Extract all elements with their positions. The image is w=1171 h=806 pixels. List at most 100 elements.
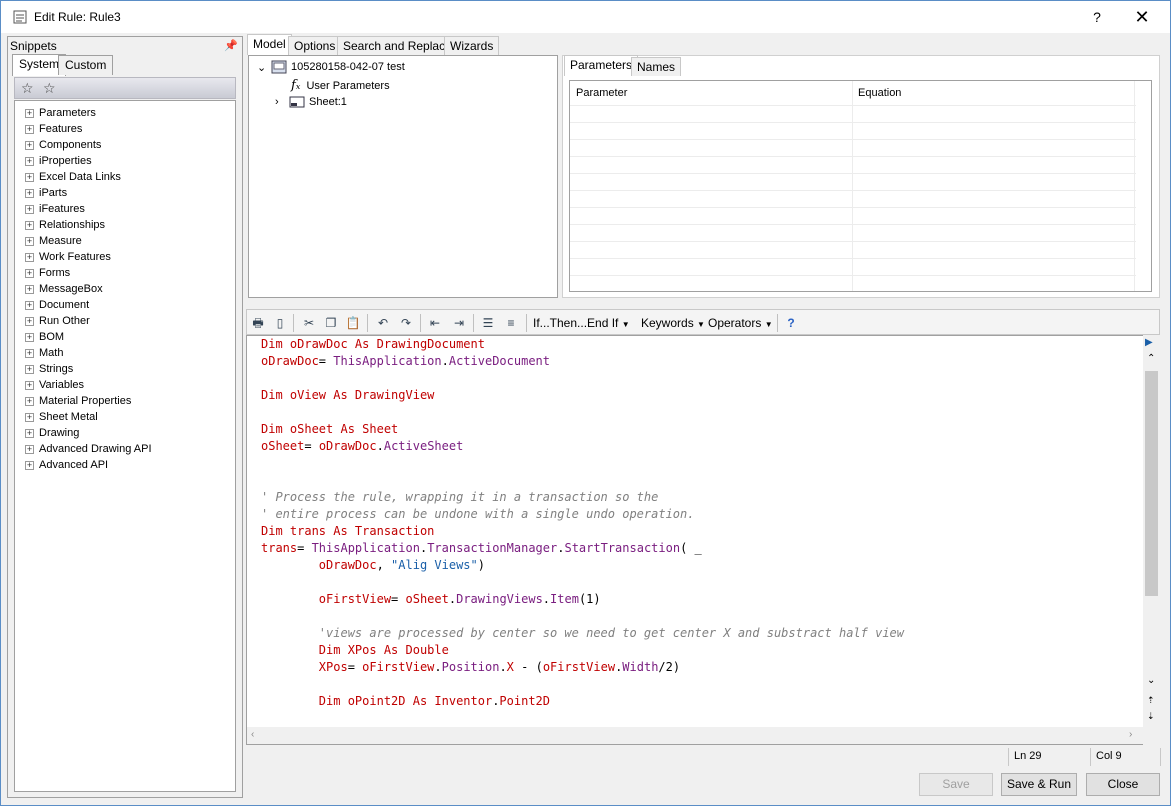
tab-wizards[interactable]: Wizards (444, 36, 500, 55)
expand-plus-icon[interactable]: + (25, 316, 34, 326)
snippet-category[interactable]: + Run Other (25, 313, 90, 329)
code-line[interactable]: trans= ThisApplication.TransactionManage… (261, 540, 904, 557)
code-line[interactable] (261, 574, 904, 591)
uncomment-icon[interactable]: ≡ (503, 315, 519, 331)
expand-plus-icon[interactable]: + (25, 252, 34, 262)
code-line[interactable]: Dim trans As Transaction (261, 523, 904, 540)
snippet-category[interactable]: + Sheet Metal (25, 409, 98, 425)
code-line[interactable]: oDrawDoc= ThisApplication.ActiveDocument (261, 353, 904, 370)
code-line[interactable] (261, 455, 904, 472)
close-button[interactable]: Close (1086, 773, 1160, 796)
model-tree-sheet[interactable]: › Sheet:1 (275, 96, 347, 108)
code-line[interactable]: ' Process the rule, wrapping it in a tra… (261, 489, 904, 506)
code-line[interactable] (261, 404, 904, 421)
column-header-equation[interactable]: Equation (858, 87, 901, 99)
paste-icon[interactable]: 📋 (345, 315, 361, 331)
chevron-down-icon[interactable]: ⌄ (257, 61, 271, 74)
snippet-category[interactable]: + Measure (25, 233, 82, 249)
code-line[interactable] (261, 472, 904, 489)
redo-icon[interactable]: ↷ (398, 315, 414, 331)
tab-model[interactable]: Model (247, 34, 292, 55)
scroll-right-icon[interactable]: › (1129, 729, 1132, 740)
code-line[interactable]: XPos= oFirstView.Position.X - (oFirstVie… (261, 659, 904, 676)
snippet-category[interactable]: + Variables (25, 377, 84, 393)
expand-plus-icon[interactable]: + (25, 412, 34, 422)
code-line[interactable] (261, 676, 904, 693)
cut-icon[interactable]: ✂ (301, 315, 317, 331)
code-line[interactable]: Dim oView As DrawingView (261, 387, 904, 404)
expand-plus-icon[interactable]: + (25, 364, 34, 374)
snippet-category[interactable]: + Features (25, 121, 82, 137)
scroll-left-icon[interactable]: ‹ (251, 729, 254, 740)
snippet-category[interactable]: + Relationships (25, 217, 105, 233)
expand-plus-icon[interactable]: + (25, 124, 34, 134)
code-line[interactable]: ' entire process can be undone with a si… (261, 506, 904, 523)
help-button[interactable]: ? (1087, 7, 1107, 27)
code-line[interactable]: oFirstView= oSheet.DrawingViews.Item(1) (261, 591, 904, 608)
expand-plus-icon[interactable]: + (25, 268, 34, 278)
expand-plus-icon[interactable]: + (25, 300, 34, 310)
expand-plus-icon[interactable]: + (25, 220, 34, 230)
model-tree-user-parameters[interactable]: fₓ User Parameters (291, 78, 390, 93)
chevron-right-icon[interactable]: › (275, 96, 289, 108)
code-line[interactable]: Dim oSheet As Sheet (261, 421, 904, 438)
expand-plus-icon[interactable]: + (25, 236, 34, 246)
snippet-category[interactable]: + Advanced Drawing API (25, 441, 152, 457)
scroll-up-icon[interactable]: ⌃ (1147, 353, 1155, 364)
snippet-category[interactable]: + Math (25, 345, 63, 361)
expand-plus-icon[interactable]: + (25, 204, 34, 214)
code-line[interactable]: Dim XPos As Double (261, 642, 904, 659)
outdent-icon[interactable]: ⇤ (427, 315, 443, 331)
code-line[interactable] (261, 608, 904, 625)
snippet-category[interactable]: + Document (25, 297, 89, 313)
expand-plus-icon[interactable]: + (25, 380, 34, 390)
snippet-category[interactable]: + Work Features (25, 249, 111, 265)
expand-plus-icon[interactable]: + (25, 396, 34, 406)
favorite-edit-icon[interactable]: ☆ (43, 80, 56, 97)
save-and-run-button[interactable]: Save & Run (1001, 773, 1077, 796)
expand-plus-icon[interactable]: + (25, 428, 34, 438)
column-header-parameter[interactable]: Parameter (576, 87, 627, 99)
comment-icon[interactable]: ☰ (480, 315, 496, 331)
snippet-category[interactable]: + Advanced API (25, 457, 108, 473)
snippet-category[interactable]: + Forms (25, 265, 70, 281)
close-window-button[interactable]: ✕ (1129, 7, 1155, 27)
expand-plus-icon[interactable]: + (25, 140, 34, 150)
if-then-menu[interactable]: If...Then...End If ▼ (533, 316, 630, 330)
snippet-category[interactable]: + BOM (25, 329, 64, 345)
expand-plus-icon[interactable]: + (25, 348, 34, 358)
scroll-page-down-icon[interactable]: ⇣ (1147, 711, 1155, 722)
snippet-category[interactable]: + MessageBox (25, 281, 103, 297)
undo-icon[interactable]: ↶ (375, 315, 391, 331)
vertical-scrollbar[interactable]: ▶ ⌃ ⌄ ⇡ ⇣ (1143, 335, 1160, 745)
pin-icon[interactable]: 📌 (224, 39, 238, 52)
snippet-category[interactable]: + Material Properties (25, 393, 131, 409)
print-preview-icon[interactable]: ▯ (272, 315, 288, 331)
snippet-category[interactable]: + Strings (25, 361, 73, 377)
horizontal-scrollbar[interactable]: ‹ › (247, 727, 1143, 744)
scroll-thumb[interactable] (1145, 371, 1158, 596)
code-line[interactable]: Dim oPoint2D As Inventor.Point2D (261, 693, 904, 710)
expand-plus-icon[interactable]: + (25, 444, 34, 454)
expand-plus-icon[interactable]: + (25, 284, 34, 294)
copy-icon[interactable]: ❐ (323, 315, 339, 331)
save-button[interactable]: Save (919, 773, 993, 796)
model-tree-root[interactable]: ⌄ 105280158-042-07 test (257, 60, 405, 74)
expand-plus-icon[interactable]: + (25, 188, 34, 198)
expand-right-icon[interactable]: ▶ (1145, 337, 1153, 348)
code-line[interactable]: 'views are processed by center so we nee… (261, 625, 904, 642)
code-line[interactable] (261, 370, 904, 387)
operators-menu[interactable]: Operators ▼ (708, 316, 773, 330)
tab-search-and-replace[interactable]: Search and Replace (337, 36, 458, 55)
favorite-add-icon[interactable]: ☆ (21, 80, 34, 97)
tab-names[interactable]: Names (631, 57, 682, 76)
expand-plus-icon[interactable]: + (25, 172, 34, 182)
code-line[interactable]: Dim oDrawDoc As DrawingDocument (261, 336, 904, 353)
scroll-down-icon[interactable]: ⌄ (1147, 675, 1155, 686)
keywords-menu[interactable]: Keywords ▼ (641, 316, 705, 330)
indent-icon[interactable]: ⇥ (451, 315, 467, 331)
snippet-category[interactable]: + Parameters (25, 105, 96, 121)
scroll-page-up-icon[interactable]: ⇡ (1147, 695, 1155, 706)
snippet-category[interactable]: + Excel Data Links (25, 169, 121, 185)
print-icon[interactable]: 🖶 (250, 315, 266, 331)
